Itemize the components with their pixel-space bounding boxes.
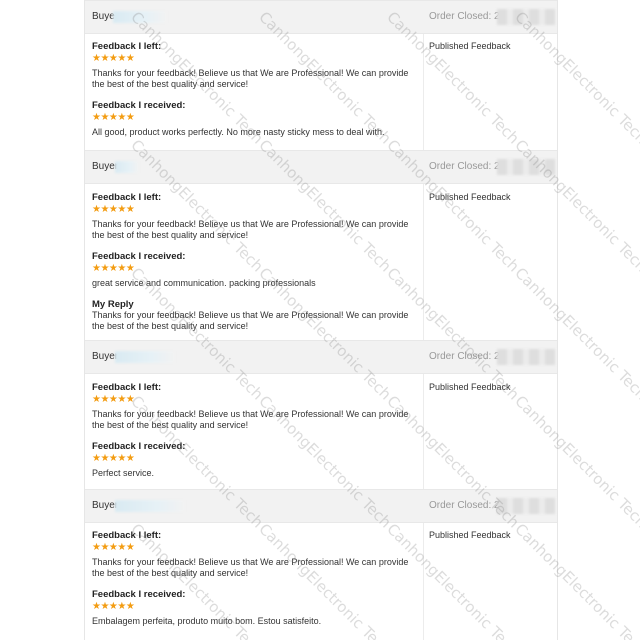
- feedback-status: Published Feedback: [429, 41, 511, 51]
- my-reply-section: My Reply Thanks for your feedback! Belie…: [92, 299, 422, 332]
- feedback-received-stars: ★★★★★: [92, 453, 135, 464]
- order-date-redacted: [497, 349, 555, 365]
- feedback-page: Buye Order Closed: 202 Published Feedbac…: [0, 0, 640, 640]
- order-header: Buyer Order Closed: 20: [85, 150, 557, 184]
- feedback-left-heading: Feedback I left:: [92, 192, 162, 203]
- feedback-left-text: Thanks for your feedback! Believe us tha…: [92, 557, 409, 578]
- feedback-left-heading: Feedback I left:: [92, 41, 162, 52]
- feedback-left-text: Thanks for your feedback! Believe us tha…: [92, 219, 409, 240]
- feedback-received-heading: Feedback I received:: [92, 251, 186, 262]
- buyer-name-redacted: [115, 500, 185, 512]
- feedback-status: Published Feedback: [429, 530, 511, 540]
- feedback-list: Buye Order Closed: 202 Published Feedbac…: [84, 0, 558, 640]
- order-header: Buyer Order Closed: 20: [85, 340, 557, 374]
- feedback-left-heading: Feedback I left:: [92, 382, 162, 393]
- feedback-received-stars: ★★★★★: [92, 601, 135, 612]
- order-date-redacted: [497, 9, 555, 25]
- feedback-received-section: Feedback I received: ★★★★★ All good, pro…: [92, 100, 422, 138]
- my-reply-heading: My Reply: [92, 299, 134, 310]
- feedback-status: Published Feedback: [429, 192, 511, 202]
- feedback-received-text: Embalagem perfeita, produto muito bom. E…: [92, 616, 322, 626]
- feedback-received-text: All good, product works perfectly. No mo…: [92, 127, 385, 137]
- buyer-label: Buye: [92, 11, 115, 22]
- order-date-redacted: [497, 159, 555, 175]
- feedback-left-stars: ★★★★★: [92, 53, 135, 64]
- feedback-received-section: Feedback I received: ★★★★★ great service…: [92, 251, 422, 289]
- feedback-left-text: Thanks for your feedback! Believe us tha…: [92, 68, 409, 89]
- order-closed-label: Order Closed: 20: [429, 351, 506, 362]
- feedback-received-section: Feedback I received: ★★★★★ Perfect servi…: [92, 441, 422, 479]
- column-divider: [423, 0, 424, 640]
- feedback-left-text: Thanks for your feedback! Believe us tha…: [92, 409, 409, 430]
- feedback-received-heading: Feedback I received:: [92, 589, 186, 600]
- feedback-received-text: Perfect service.: [92, 468, 155, 478]
- buyer-name-redacted: [115, 161, 139, 173]
- order-date-redacted: [497, 498, 555, 514]
- feedback-received-heading: Feedback I received:: [92, 100, 186, 111]
- feedback-left-section: Feedback I left: ★★★★★ Thanks for your f…: [92, 530, 422, 579]
- buyer-name-redacted: [113, 11, 167, 23]
- feedback-left-stars: ★★★★★: [92, 394, 135, 405]
- order-header: Buye Order Closed: 202: [85, 0, 557, 34]
- my-reply-text: Thanks for your feedback! Believe us tha…: [92, 310, 409, 331]
- feedback-received-stars: ★★★★★: [92, 112, 135, 123]
- feedback-left-section: Feedback I left: ★★★★★ Thanks for your f…: [92, 192, 422, 241]
- feedback-received-stars: ★★★★★: [92, 263, 135, 274]
- feedback-left-stars: ★★★★★: [92, 542, 135, 553]
- order-header: Buyer Order Closed: 20: [85, 489, 557, 523]
- order-closed-label: Order Closed: 20: [429, 500, 506, 511]
- feedback-status: Published Feedback: [429, 382, 511, 392]
- feedback-left-section: Feedback I left: ★★★★★ Thanks for your f…: [92, 382, 422, 431]
- feedback-received-section: Feedback I received: ★★★★★ Embalagem per…: [92, 589, 422, 627]
- order-closed-label: Order Closed: 20: [429, 161, 506, 172]
- feedback-received-text: great service and communication. packing…: [92, 278, 316, 288]
- feedback-left-heading: Feedback I left:: [92, 530, 162, 541]
- feedback-received-heading: Feedback I received:: [92, 441, 186, 452]
- buyer-name-redacted: [115, 351, 175, 363]
- feedback-left-stars: ★★★★★: [92, 204, 135, 215]
- feedback-left-section: Feedback I left: ★★★★★ Thanks for your f…: [92, 41, 422, 90]
